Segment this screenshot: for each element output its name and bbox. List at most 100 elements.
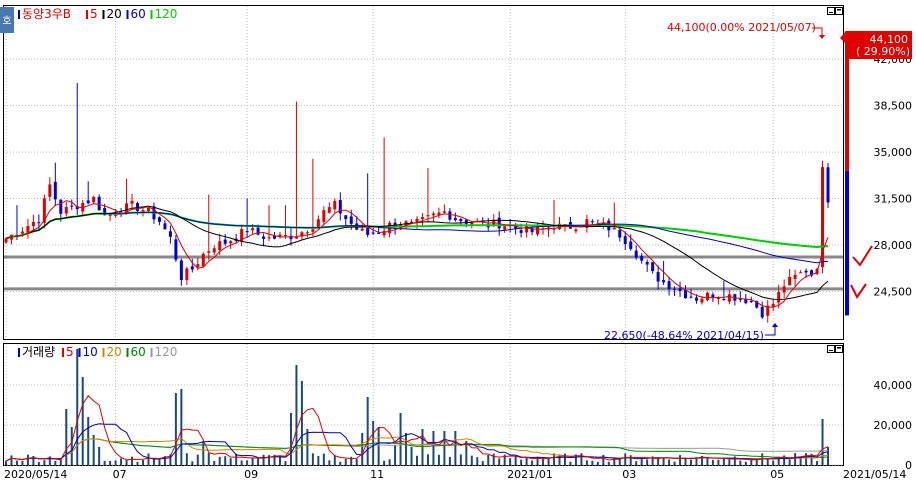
candle-body <box>190 266 194 270</box>
candle-body <box>799 272 803 274</box>
candle-body <box>760 306 764 318</box>
candle-body <box>305 232 309 234</box>
volume-bar <box>739 460 742 465</box>
price-y-axis: 42,00038,50035,00031,50028,00024,500 <box>874 53 913 298</box>
volume-bar <box>525 457 528 465</box>
legend-marker <box>78 348 81 357</box>
volume-bar <box>103 460 106 465</box>
volume-bar <box>289 413 292 465</box>
volume-bar <box>218 456 221 465</box>
volume-bar <box>355 458 358 465</box>
x-tick-label: 2020/05/14 <box>4 468 67 480</box>
candle-body <box>662 280 666 283</box>
candle-body <box>415 218 419 223</box>
legend-title: 거래량 <box>22 345 55 359</box>
candle-body <box>48 184 52 197</box>
volume-bar <box>509 458 512 465</box>
volume-bar <box>180 389 183 465</box>
candle-body <box>727 294 731 302</box>
volume-bar <box>596 461 599 465</box>
candle-body <box>777 291 781 303</box>
volume-bar <box>470 455 473 465</box>
volume-bar <box>728 459 731 465</box>
candle-body <box>590 221 594 223</box>
volume-bar <box>81 377 84 465</box>
maximize-icon[interactable] <box>835 7 843 15</box>
candle-body <box>442 211 446 213</box>
volume-bar <box>580 453 583 465</box>
volume-bar <box>383 460 386 465</box>
volume-bar <box>794 453 797 465</box>
x-tick-label: 09 <box>244 468 258 480</box>
candle-body <box>612 228 616 230</box>
volume-bar <box>635 461 638 465</box>
legend-marker <box>150 10 153 19</box>
max-price-annotation: 44,100(0.00% 2021/05/07) <box>667 21 816 34</box>
chart-canvas: 42,00038,50035,00031,50028,00024,500 40,… <box>0 5 913 481</box>
candle-body <box>623 236 627 245</box>
candle-body <box>130 200 134 204</box>
volume-bar <box>322 453 325 465</box>
volume-bar <box>10 455 13 465</box>
legend-label: 60 <box>131 345 146 359</box>
volume-bar <box>542 458 545 465</box>
candle-body <box>125 203 129 213</box>
volume-bar <box>514 456 517 465</box>
volume-bar <box>668 459 671 465</box>
volume-bar <box>717 459 720 465</box>
candle-body <box>322 210 326 222</box>
maximize-icon[interactable] <box>835 345 843 353</box>
candle-body <box>426 215 430 217</box>
volume-bar <box>448 456 451 465</box>
candle-body <box>251 228 255 231</box>
candle-body <box>382 230 386 236</box>
legend-marker <box>18 10 20 19</box>
candle-body <box>689 296 693 298</box>
current-price-change: ( 29.90%) <box>856 45 910 58</box>
volume-bar <box>240 460 243 465</box>
candle-body <box>146 207 150 212</box>
volume-bar <box>328 460 331 465</box>
volume-window-buttons <box>827 345 843 353</box>
volume-bar <box>147 453 150 465</box>
candle-body <box>223 239 227 244</box>
volume-bar <box>454 431 457 465</box>
candle-body <box>218 241 222 251</box>
x-tick-label: 07 <box>113 468 127 480</box>
candle-body <box>459 218 463 222</box>
candle-body <box>168 231 172 237</box>
volume-bar <box>388 459 391 465</box>
candle-body <box>749 300 753 302</box>
minimize-icon[interactable] <box>827 7 835 15</box>
candle-body <box>431 213 435 216</box>
y-tick-label: 28,000 <box>874 239 913 252</box>
candle-body <box>640 255 644 261</box>
volume-bar <box>136 461 139 465</box>
volume-bar <box>131 456 134 465</box>
legend-marker <box>150 348 153 357</box>
candle-body <box>678 288 682 291</box>
volume-bar <box>213 460 216 465</box>
volume-bar <box>399 413 402 465</box>
candle-body <box>453 218 457 221</box>
legend-marker <box>126 10 129 19</box>
candle-body <box>645 261 649 265</box>
volume-bar <box>339 461 342 465</box>
volume-bar <box>421 429 424 465</box>
candle-body <box>333 200 337 210</box>
volume-bar <box>394 445 397 465</box>
candle-body <box>179 260 183 280</box>
candle-body <box>114 214 118 216</box>
volume-bar <box>300 381 303 465</box>
minimize-icon[interactable] <box>827 345 835 353</box>
volume-bar <box>426 454 429 465</box>
volume-bar <box>142 459 144 465</box>
volume-bar <box>531 460 534 465</box>
volume-bar <box>70 427 73 465</box>
volume-bar <box>191 461 194 465</box>
volume-bar <box>229 458 232 465</box>
min-price-annotation: 22,650(-48.64% 2021/04/15) <box>604 329 764 342</box>
volume-bar <box>487 454 490 465</box>
legend-label: 120 <box>155 345 178 359</box>
volume-bar <box>629 455 632 465</box>
